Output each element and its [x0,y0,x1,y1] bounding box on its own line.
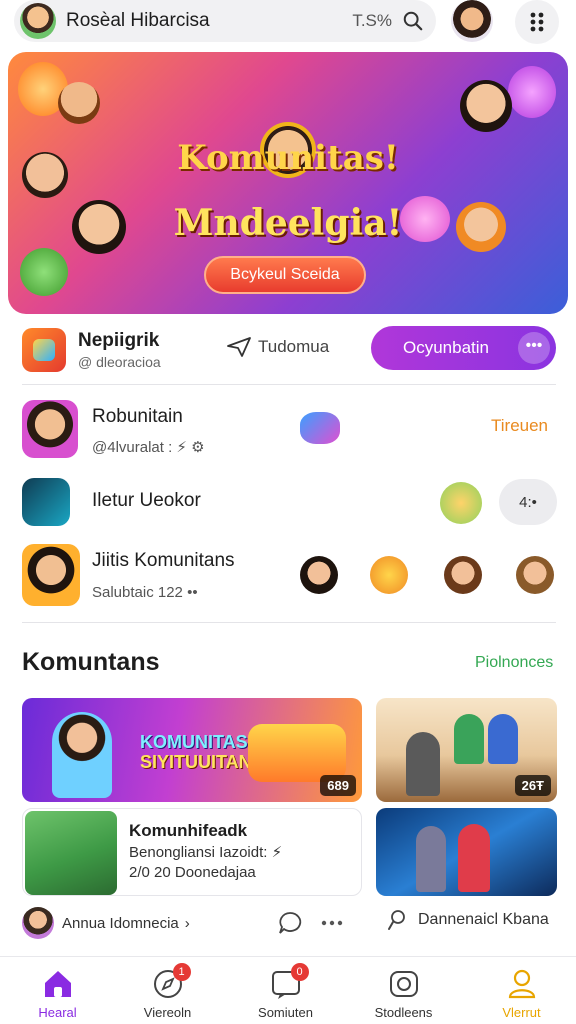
balloon-illustration [508,66,556,118]
community-card-title: Komunhifeadk [129,821,248,840]
author-suffix: › [184,914,190,932]
notification-badge: 0 [290,963,309,981]
vehicle-illustration [248,724,346,782]
author-name: Annua Idomnecia [62,914,179,932]
tag-label: Tudomua [258,337,330,356]
search-bar[interactable]: Rosѐal Hibarcisa T.S% [14,0,436,42]
post-author[interactable]: Annua Idomnecia › [22,906,190,940]
join-button[interactable]: Ocyunbatin ••• [371,326,556,370]
divider [22,622,556,623]
community-card[interactable]: Komunhifeadk Benongliansi Iazoidt: ⚡ 2/0… [22,808,362,896]
nav-label: Vlerrut [502,1005,541,1020]
nav-label: Hearal [38,1005,77,1020]
character-illustration [52,712,112,798]
dots-menu-icon [530,12,544,32]
home-icon [44,971,71,997]
list-item[interactable]: Jiitis Komunitans Salubtaic 122 •• [0,542,576,608]
member-avatar[interactable] [300,556,338,594]
community-subtitle: Salubtaic 122 •• [92,584,198,601]
community-title: Iletur Ueokor [92,490,201,511]
list-item[interactable]: Iletur Ueokor 4:• [0,474,576,530]
profile-name: Nepiigrik [78,330,160,351]
notification-badge: 1 [172,963,191,981]
top-bar: Rosѐal Hibarcisa T.S% [0,0,576,44]
badge-icon [370,556,408,594]
nav-label: Stodleens [374,1005,433,1020]
person-illustration [458,824,490,892]
more-options-icon[interactable]: ••• [518,332,550,364]
hero-cta-button[interactable]: Bcykeul Sceida [204,256,366,294]
related-link-label: Dannenaicl Kbana [418,911,549,928]
banner-card[interactable]: KOMUNITAS SIYITUUITAN 689 [22,698,362,802]
community-avatar [22,544,80,606]
nav-item-home[interactable]: Hearal [0,957,115,1024]
community-avatar [22,478,70,526]
community-card-subtitle: Benongliansi Iazoidt: ⚡ [129,844,283,861]
list-item[interactable]: Robunitain @4lvuralat : ⚡ ⚙ Tireuen [0,398,576,462]
chat-icon: 0 [269,963,309,1001]
person-illustration [488,714,518,764]
character-illustration [460,80,512,132]
hero-subtitle: Mndeelgia! [173,202,403,244]
author-avatar [22,907,54,939]
member-avatar[interactable] [516,556,554,594]
app-icon[interactable] [22,328,66,372]
nav-label: Somiuten [258,1005,313,1020]
nav-item-messages[interactable]: 0 Somiuten [228,957,343,1024]
hero-title: Komunitas! [177,138,399,178]
search-icon[interactable] [402,10,424,32]
section-title: Komuntans [22,648,160,676]
hero-banner[interactable]: Komunitas! Mndeelgia! Bcykeul Sceida [8,52,568,314]
divider [22,384,556,385]
person-illustration [406,732,440,796]
comment-icon[interactable] [277,910,303,936]
camera-icon [389,971,418,997]
card-count-badge: 689 [320,775,356,796]
photo-card[interactable] [376,808,557,896]
user-search-icon [388,910,405,930]
nav-label: Viereoln [143,1005,192,1020]
character-illustration [58,82,100,124]
search-meta: T.S% [352,11,392,30]
section-link[interactable]: Piolnonces [475,654,553,672]
profile-avatar-button[interactable] [451,0,493,42]
compass-icon: 1 [151,963,191,1001]
app-title: Rosѐal Hibarcisa [66,10,210,31]
post-actions [277,910,343,936]
person-illustration [454,714,484,764]
mascot-illustration [20,248,68,296]
nav-item-explore[interactable]: 1 Viereoln [110,957,225,1024]
community-card-meta: 2/0 20 Doonedajaa [129,864,256,881]
join-button-label: Ocyunbatin [403,338,489,357]
user-avatar[interactable] [20,3,56,39]
send-icon [227,337,251,357]
photo-card[interactable]: 26Ŧ [376,698,557,802]
banner-card-text: KOMUNITAS [140,732,248,752]
mascot-icon [440,482,482,524]
profile-handle: @ dleoracioa [78,354,161,370]
profile-icon [508,969,535,999]
nav-item-profile[interactable]: Vlerrut [464,957,576,1024]
banner-card-text: SIYITUUITAN [140,752,252,772]
bottom-nav: Hearal 1 Viereoln 0 Somiuten Stodleens V… [0,956,576,1024]
count-badge[interactable]: 4:• [499,479,557,525]
nav-item-camera[interactable]: Stodleens [346,957,461,1024]
member-avatar[interactable] [444,556,482,594]
more-options-icon[interactable] [321,919,343,927]
community-subtitle: @4lvuralat : ⚡ ⚙ [92,439,205,456]
community-title: Robunitain [92,406,183,427]
community-card-image [25,811,117,895]
tag-button[interactable]: Tudomua [226,336,329,358]
menu-button[interactable] [515,0,559,44]
person-illustration [416,826,446,892]
community-title: Jiitis Komunitans [92,550,235,571]
card-count-badge: 26Ŧ [514,775,551,796]
community-avatar [22,400,78,458]
related-link[interactable]: Dannenaicl Kbana [386,908,549,932]
sticker-icon [300,412,340,444]
profile-row: Nepiigrik @ dleoracioa Tudomua Ocyunbati… [0,324,576,380]
community-status[interactable]: Tireuen [491,416,548,436]
